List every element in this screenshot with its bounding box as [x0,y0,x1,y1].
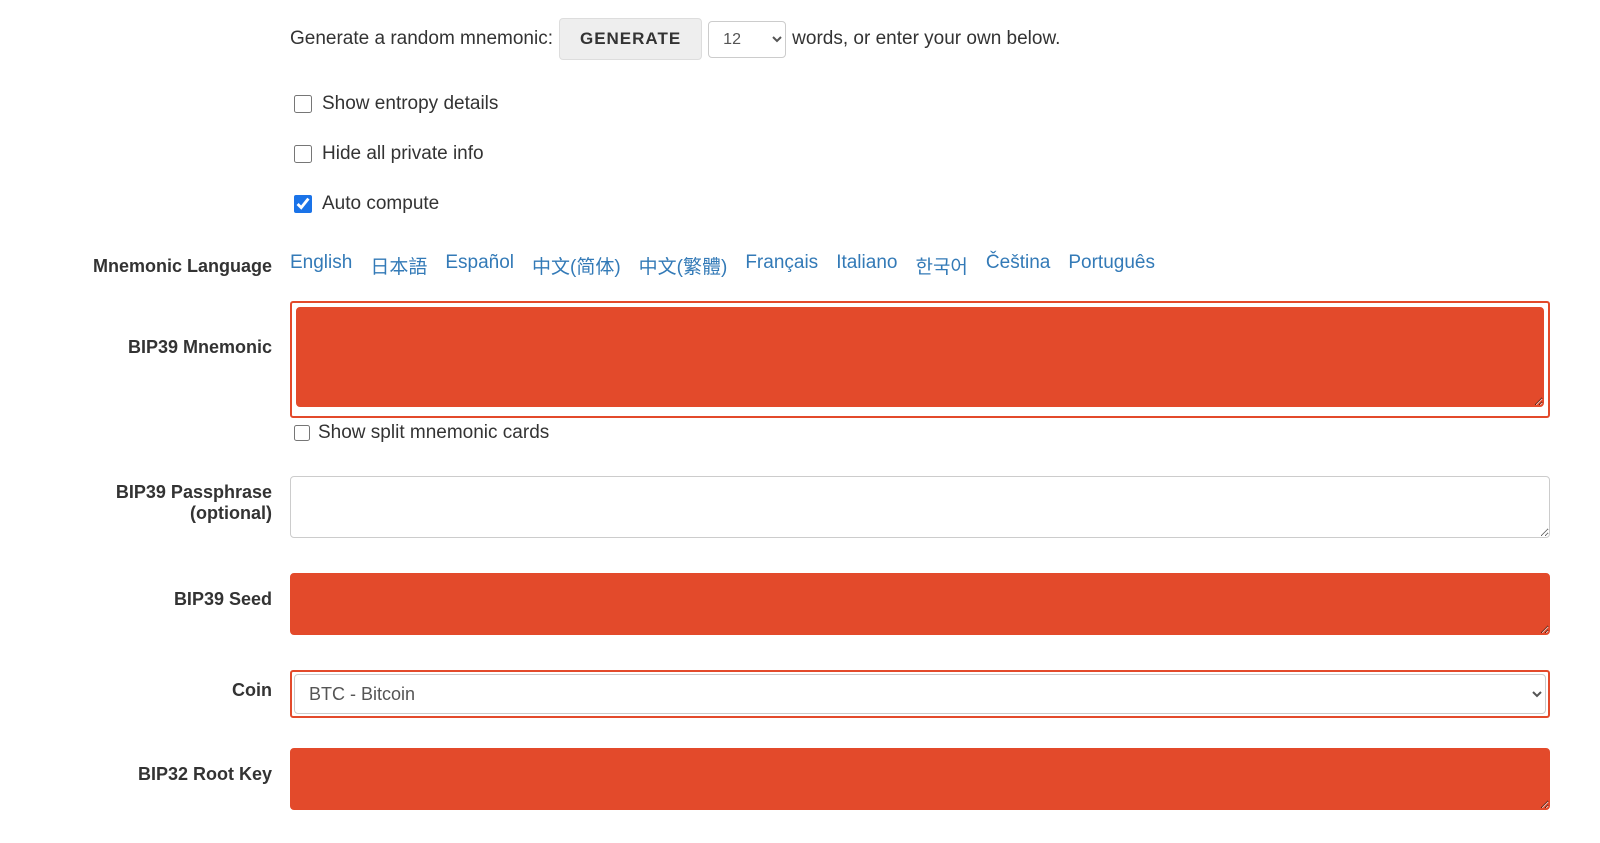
bip32-root-key-input[interactable] [290,748,1550,810]
auto-compute-label[interactable]: Auto compute [322,193,439,215]
show-split-mnemonic-checkbox[interactable] [294,425,310,441]
coin-select[interactable]: BTC - Bitcoin [294,674,1546,714]
bip39-mnemonic-highlight [290,301,1550,418]
bip39-seed-label: BIP39 Seed [50,573,290,610]
word-count-select[interactable]: 12 [708,21,786,58]
auto-compute-checkbox[interactable] [294,195,312,213]
language-link[interactable]: Français [745,252,818,279]
language-link[interactable]: Português [1068,252,1155,279]
bip39-mnemonic-label: BIP39 Mnemonic [50,301,290,358]
bip39-mnemonic-input[interactable] [296,307,1544,407]
language-link[interactable]: 日本語 [370,252,427,279]
mnemonic-language-label: Mnemonic Language [50,250,290,277]
coin-highlight: BTC - Bitcoin [290,670,1550,718]
show-entropy-checkbox[interactable] [294,95,312,113]
language-link[interactable]: Italiano [836,252,897,279]
language-link[interactable]: English [290,252,352,279]
show-entropy-label[interactable]: Show entropy details [322,93,498,115]
bip39-passphrase-label: BIP39 Passphrase (optional) [50,476,290,524]
language-list: English 日本語 Español 中文(简体) 中文(繁體) Français Ita… [290,250,1550,279]
generate-button[interactable]: GENERATE [559,18,702,60]
generate-prefix-text: Generate a random mnemonic: [290,28,553,50]
language-link[interactable]: 한국어 [915,252,967,279]
bip32-root-key-label: BIP32 Root Key [50,748,290,785]
language-link[interactable]: Čeština [986,252,1050,279]
bip39-passphrase-input[interactable] [290,476,1550,538]
bip39-seed-input[interactable] [290,573,1550,635]
coin-label: Coin [50,670,290,701]
language-link[interactable]: 中文(繁體) [639,252,728,279]
hide-private-label[interactable]: Hide all private info [322,143,484,165]
generate-suffix-text: words, or enter your own below. [792,28,1060,50]
hide-private-checkbox[interactable] [294,145,312,163]
show-split-mnemonic-label[interactable]: Show split mnemonic cards [318,422,549,444]
language-link[interactable]: 中文(简体) [532,252,621,279]
language-link[interactable]: Español [445,252,514,279]
